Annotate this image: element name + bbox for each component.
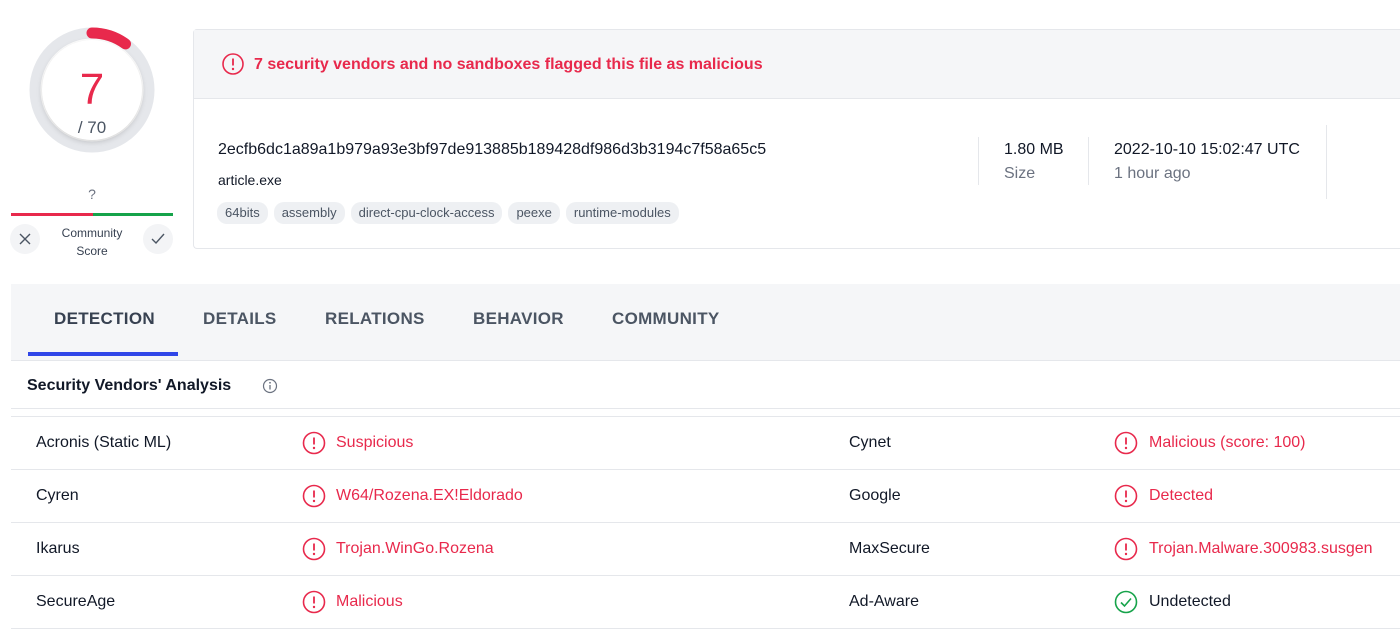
section-divider bbox=[11, 408, 1400, 409]
alert-circle-icon bbox=[1114, 484, 1138, 513]
detection-result[interactable]: Suspicious bbox=[336, 434, 413, 452]
engine-total: / 70 bbox=[77, 118, 107, 137]
report-tabs: DETECTION DETAILS RELATIONS BEHAVIOR COM… bbox=[11, 284, 1400, 361]
check-icon bbox=[151, 233, 165, 245]
alert-circle-icon bbox=[1114, 431, 1138, 460]
tab-details[interactable]: DETAILS bbox=[203, 309, 277, 329]
detection-result[interactable]: W64/Rozena.EX!Eldorado bbox=[336, 487, 523, 505]
vote-harmful-button[interactable] bbox=[10, 224, 40, 254]
alert-circle-icon bbox=[302, 590, 326, 619]
alert-circle-icon bbox=[1114, 537, 1138, 566]
detection-result[interactable]: Trojan.Malware.300983.susgen bbox=[1149, 540, 1373, 558]
detection-banner: 7 security vendors and no sandboxes flag… bbox=[194, 30, 1400, 99]
vendor-name: Ikarus bbox=[36, 540, 80, 557]
alert-circle-icon bbox=[302, 537, 326, 566]
vendor-name: SecureAge bbox=[36, 593, 116, 610]
table-row: Ikarus Trojan.WinGo.Rozena MaxSecure Trojan… bbox=[11, 523, 1400, 576]
check-circle-icon bbox=[1114, 590, 1138, 619]
detection-score-gauge: 7 / 70 bbox=[28, 26, 156, 154]
table-row: SecureAge Malicious Ad-Aware Undetected bbox=[11, 576, 1400, 629]
community-score-bar-negative bbox=[11, 213, 93, 216]
detection-result[interactable]: Malicious (score: 100) bbox=[1149, 434, 1306, 452]
detection-result[interactable]: Malicious bbox=[336, 593, 403, 611]
tab-relations[interactable]: RELATIONS bbox=[325, 309, 425, 329]
vendor-name: Cyren bbox=[36, 487, 79, 504]
close-icon bbox=[19, 233, 31, 245]
info-icon[interactable] bbox=[262, 378, 278, 394]
vendor-name: Acronis (Static ML) bbox=[36, 434, 172, 451]
file-tags: 64bits assembly direct-cpu-clock-access … bbox=[217, 202, 679, 224]
divider bbox=[1088, 137, 1089, 185]
tag[interactable]: peexe bbox=[508, 202, 560, 224]
vendor-name: Cynet bbox=[849, 434, 891, 451]
tab-community[interactable]: COMMUNITY bbox=[612, 309, 720, 329]
divider bbox=[1326, 125, 1327, 199]
file-name: article.exe bbox=[218, 172, 282, 188]
detection-banner-text: 7 security vendors and no sandboxes flag… bbox=[254, 56, 763, 73]
table-row: Acronis (Static ML) Suspicious Cynet Malici… bbox=[11, 417, 1400, 470]
alert-circle-icon bbox=[302, 431, 326, 460]
community-score-bar-positive bbox=[93, 213, 173, 216]
score-center: 7 / 70 bbox=[42, 40, 142, 140]
detection-result: Undetected bbox=[1149, 593, 1231, 610]
community-score-value: ? bbox=[88, 186, 96, 202]
tag[interactable]: direct-cpu-clock-access bbox=[350, 202, 503, 224]
file-size: 1.80 MB bbox=[1004, 141, 1064, 158]
tag[interactable]: 64bits bbox=[217, 202, 268, 224]
divider bbox=[978, 137, 979, 185]
file-size-label: Size bbox=[1004, 165, 1036, 182]
analysis-date-relative: 1 hour ago bbox=[1114, 165, 1191, 182]
vendor-name: Ad-Aware bbox=[849, 593, 919, 610]
file-summary-card: 7 security vendors and no sandboxes flag… bbox=[193, 29, 1400, 249]
analysis-date: 2022-10-10 15:02:47 UTC bbox=[1114, 141, 1300, 158]
table-row: Cyren W64/Rozena.EX!Eldorado Google Detecte… bbox=[11, 470, 1400, 523]
alert-circle-icon bbox=[222, 53, 244, 75]
vendor-name: Google bbox=[849, 487, 901, 504]
vote-harmless-button[interactable] bbox=[143, 224, 173, 254]
active-tab-indicator bbox=[28, 352, 178, 356]
tab-behavior[interactable]: BEHAVIOR bbox=[473, 309, 564, 329]
community-score-label: Community Score bbox=[52, 224, 132, 260]
tag[interactable]: runtime-modules bbox=[565, 202, 679, 224]
community-score-label-line1: Community bbox=[61, 226, 123, 240]
detection-result[interactable]: Trojan.WinGo.Rozena bbox=[336, 540, 494, 558]
vendor-name: MaxSecure bbox=[849, 540, 930, 557]
community-score-label-line2: Score bbox=[76, 244, 108, 258]
alert-circle-icon bbox=[302, 484, 326, 513]
tab-detection[interactable]: DETECTION bbox=[54, 309, 155, 329]
vendors-table: Acronis (Static ML) Suspicious Cynet Malici… bbox=[11, 416, 1400, 629]
detection-count: 7 bbox=[79, 65, 105, 114]
tag[interactable]: assembly bbox=[273, 202, 345, 224]
detection-result[interactable]: Detected bbox=[1149, 487, 1213, 505]
file-hash[interactable]: 2ecfb6dc1a89a1b979a93e3bf97de913885b1894… bbox=[218, 141, 766, 159]
community-score-bar bbox=[11, 213, 173, 216]
section-title: Security Vendors' Analysis bbox=[27, 377, 232, 394]
